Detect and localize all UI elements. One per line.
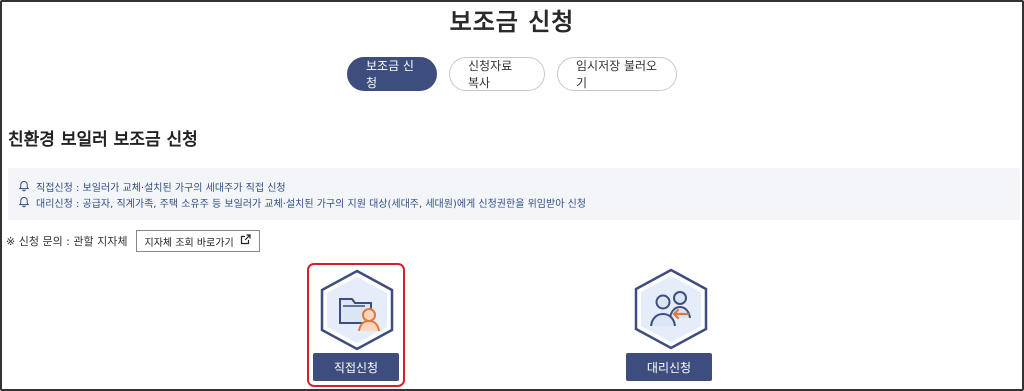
- info-box: 직접신청 : 보일러가 교체·설치된 가구의 세대주가 직접 신청 대리신청 :…: [8, 168, 1020, 220]
- tab-subsidy-application[interactable]: 보조금 신청: [347, 57, 437, 91]
- inquiry-text: ※ 신청 문의 : 관할 지자체: [6, 235, 128, 248]
- info-line-direct: 직접신청 : 보일러가 교체·설치된 가구의 세대주가 직접 신청: [18, 178, 1010, 194]
- lookup-button-label: 지자체 조회 바로가기: [144, 237, 234, 249]
- bell-icon: [18, 180, 30, 192]
- tab-copy-application-data[interactable]: 신청자료 복사: [449, 57, 545, 91]
- local-government-lookup-button[interactable]: 지자체 조회 바로가기: [135, 230, 260, 252]
- direct-application-button[interactable]: 직접신청: [313, 353, 399, 381]
- tab-bar: 보조금 신청 신청자료 복사 임시저장 불러오기: [0, 57, 1024, 91]
- inquiry-row: ※ 신청 문의 : 관할 지자체 지자체 조회 바로가기: [6, 230, 260, 252]
- tab-load-temporary-save[interactable]: 임시저장 불러오기: [557, 57, 677, 91]
- bell-icon: [18, 196, 30, 208]
- folder-user-icon: [320, 269, 394, 351]
- external-link-icon: [240, 234, 251, 248]
- info-proxy-text: 대리신청 : 공급자, 직계가족, 주택 소유주 등 보일러가 교체·설치된 가…: [36, 198, 586, 210]
- section-title: 친환경 보일러 보조금 신청: [8, 130, 198, 150]
- proxy-application-card[interactable]: 대리신청: [622, 266, 716, 384]
- users-delegate-icon: [634, 268, 708, 350]
- info-direct-text: 직접신청 : 보일러가 교체·설치된 가구의 세대주가 직접 신청: [36, 182, 286, 194]
- page-title: 보조금 신청: [449, 8, 575, 36]
- info-line-proxy: 대리신청 : 공급자, 직계가족, 주택 소유주 등 보일러가 교체·설치된 가…: [18, 194, 1010, 210]
- proxy-application-button[interactable]: 대리신청: [626, 353, 712, 381]
- direct-application-card[interactable]: 직접신청: [307, 263, 405, 387]
